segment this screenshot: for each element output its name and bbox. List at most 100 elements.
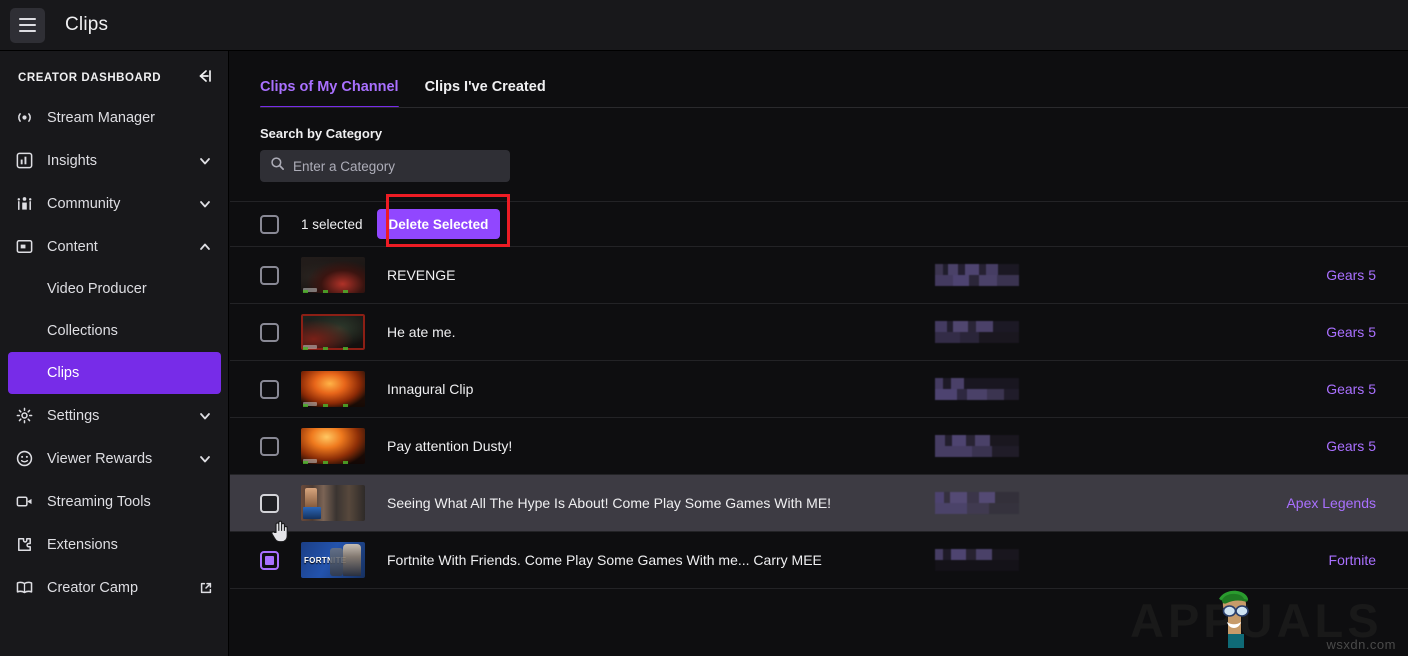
clip-title[interactable]: Innagural Clip	[387, 381, 473, 397]
clip-title[interactable]: Seeing What All The Hype Is About! Come …	[387, 495, 831, 511]
thumb-figure	[343, 544, 361, 576]
clip-thumbnail	[301, 371, 365, 407]
select-all-checkbox[interactable]	[260, 215, 279, 234]
row-checkbox[interactable]	[260, 266, 279, 285]
thumb-hud	[323, 347, 328, 350]
sidebar-item-collections[interactable]: Collections	[0, 310, 228, 352]
clip-thumbnail	[301, 314, 365, 350]
redacted-info	[935, 435, 1019, 457]
thumb-hud	[343, 290, 348, 293]
chevron-down-icon[interactable]	[198, 452, 212, 466]
search-icon	[270, 156, 285, 176]
clips-list: 1 selected Delete Selected REVENGE	[230, 201, 1408, 589]
chevron-up-icon[interactable]	[198, 240, 212, 254]
delete-selected-button[interactable]: Delete Selected	[377, 209, 501, 239]
clip-thumbnail	[301, 428, 365, 464]
redacted-info	[935, 492, 1019, 514]
table-row[interactable]: Seeing What All The Hype Is About! Come …	[230, 475, 1408, 532]
clip-game-link[interactable]: Gears 5	[1326, 267, 1376, 283]
table-row[interactable]: He ate me. Gears 5	[230, 304, 1408, 361]
selected-count-label: 1 selected	[301, 217, 363, 232]
category-search-box[interactable]	[260, 150, 510, 182]
chevron-down-icon[interactable]	[198, 197, 212, 211]
sidebar-item-insights[interactable]: Insights	[0, 139, 228, 182]
sidebar-item-label: Creator Camp	[47, 580, 199, 596]
sidebar-header-label: CREATOR DASHBOARD	[18, 72, 161, 84]
row-checkbox[interactable]	[260, 437, 279, 456]
puzzle-icon	[14, 535, 34, 555]
redacted-info	[935, 321, 1019, 343]
table-row[interactable]: REVENGE Gears 5	[230, 247, 1408, 304]
clip-title[interactable]: Pay attention Dusty!	[387, 438, 512, 454]
thumb-hud	[343, 404, 348, 407]
clip-game-link[interactable]: Gears 5	[1326, 438, 1376, 454]
sidebar-item-label: Clips	[47, 365, 205, 381]
tab-clips-ive-created[interactable]: Clips I've Created	[425, 79, 546, 108]
thumb-hud	[323, 290, 328, 293]
sidebar-item-clips[interactable]: Clips	[8, 352, 221, 394]
hamburger-icon[interactable]	[10, 8, 45, 43]
sidebar-item-stream-manager[interactable]: Stream Manager	[0, 96, 228, 139]
thumb-hud	[303, 461, 308, 464]
sidebar-item-creator-camp[interactable]: Creator Camp	[0, 566, 228, 609]
clip-game-link[interactable]: Fortnite	[1329, 552, 1376, 568]
sidebar-item-label: Viewer Rewards	[47, 451, 198, 467]
clip-game-link[interactable]: Gears 5	[1326, 381, 1376, 397]
sidebar-item-label: Insights	[47, 153, 198, 169]
people-icon	[14, 194, 34, 214]
clip-game-link[interactable]: Gears 5	[1326, 324, 1376, 340]
gear-icon	[14, 406, 34, 426]
thumb-hud	[323, 404, 328, 407]
thumb-hud	[343, 347, 348, 350]
redacted-info	[935, 264, 1019, 286]
external-link-icon	[199, 581, 212, 594]
sidebar-item-label: Video Producer	[47, 281, 212, 297]
sidebar-header: CREATOR DASHBOARD	[0, 51, 228, 96]
thumb-hud	[343, 461, 348, 464]
thumb-figure	[303, 507, 321, 519]
redacted-info	[935, 549, 1019, 571]
tab-bar: Clips of My Channel Clips I've Created	[230, 51, 1408, 108]
search-input[interactable]	[293, 159, 500, 174]
row-checkbox[interactable]	[260, 551, 279, 570]
search-by-category-block: Search by Category	[230, 108, 1408, 182]
book-icon	[14, 578, 34, 598]
selection-toolbar: 1 selected Delete Selected	[230, 201, 1408, 247]
sidebar-item-streaming-tools[interactable]: Streaming Tools	[0, 480, 228, 523]
clip-title[interactable]: Fortnite With Friends. Come Play Some Ga…	[387, 552, 822, 568]
sidebar: CREATOR DASHBOARD Stream Manager Insight…	[0, 51, 229, 656]
sidebar-item-viewer-rewards[interactable]: Viewer Rewards	[0, 437, 228, 480]
row-checkbox[interactable]	[260, 380, 279, 399]
chevron-down-icon[interactable]	[198, 409, 212, 423]
clip-title[interactable]: He ate me.	[387, 324, 455, 340]
video-camera-icon	[14, 492, 34, 512]
sidebar-item-content[interactable]: Content	[0, 225, 228, 268]
collapse-panel-icon[interactable]	[195, 69, 212, 86]
thumb-hud	[303, 404, 308, 407]
clip-title[interactable]: REVENGE	[387, 267, 455, 283]
row-checkbox[interactable]	[260, 494, 279, 513]
clip-thumbnail: FORTNITE	[301, 542, 365, 578]
search-label: Search by Category	[260, 126, 1408, 141]
sidebar-item-settings[interactable]: Settings	[0, 394, 228, 437]
sidebar-item-label: Content	[47, 239, 198, 255]
table-row[interactable]: Innagural Clip Gears 5	[230, 361, 1408, 418]
sidebar-item-community[interactable]: Community	[0, 182, 228, 225]
table-row[interactable]: Pay attention Dusty! Gears 5	[230, 418, 1408, 475]
broadcast-icon	[14, 108, 34, 128]
tab-clips-of-my-channel[interactable]: Clips of My Channel	[260, 79, 399, 108]
main-content: Clips of My Channel Clips I've Created S…	[230, 51, 1408, 656]
thumb-hud	[323, 461, 328, 464]
top-bar: Clips	[0, 0, 1408, 51]
clip-thumbnail	[301, 257, 365, 293]
row-checkbox[interactable]	[260, 323, 279, 342]
chevron-down-icon[interactable]	[198, 154, 212, 168]
table-row[interactable]: FORTNITE Fortnite With Friends. Come Pla…	[230, 532, 1408, 589]
sidebar-item-extensions[interactable]: Extensions	[0, 523, 228, 566]
sidebar-item-label: Extensions	[47, 537, 212, 553]
thumb-figure	[330, 548, 343, 576]
sidebar-item-label: Community	[47, 196, 198, 212]
sidebar-item-label: Collections	[47, 323, 212, 339]
sidebar-item-video-producer[interactable]: Video Producer	[0, 268, 228, 310]
clip-game-link[interactable]: Apex Legends	[1286, 495, 1376, 511]
